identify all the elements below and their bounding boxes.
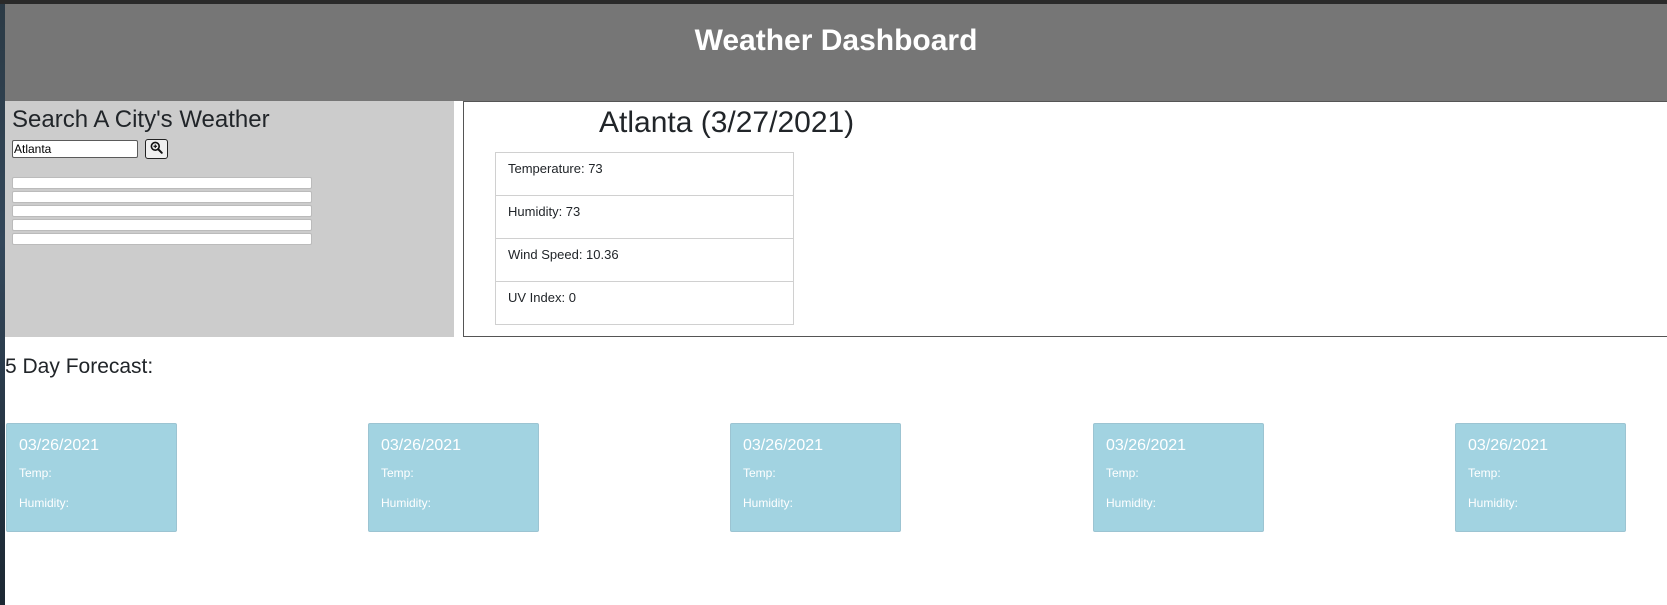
page-title: Weather Dashboard	[694, 24, 978, 57]
forecast-card: 03/26/2021 Temp: Humidity:	[1455, 423, 1626, 532]
search-button[interactable]	[145, 139, 168, 159]
forecast-humidity: Humidity:	[19, 496, 70, 510]
wind-speed-stat: Wind Speed: 10.36	[496, 239, 793, 282]
history-item[interactable]	[12, 177, 312, 189]
history-item[interactable]	[12, 233, 312, 245]
forecast-temp: Temp:	[1468, 466, 1501, 480]
current-stats-list: Temperature: 73 Humidity: 73 Wind Speed:…	[495, 152, 794, 325]
forecast-humidity: Humidity:	[381, 496, 432, 510]
weather-dashboard-page: Weather Dashboard Search A City's Weathe…	[5, 4, 1667, 605]
current-city-title: Atlanta (3/27/2021)	[599, 106, 855, 139]
forecast-temp: Temp:	[743, 466, 776, 480]
search-panel: Search A City's Weather	[5, 101, 454, 337]
search-history-list	[12, 177, 312, 247]
forecast-temp: Temp:	[381, 466, 414, 480]
forecast-card: 03/26/2021 Temp: Humidity:	[6, 423, 177, 532]
forecast-date: 03/26/2021	[1468, 437, 1549, 454]
forecast-date: 03/26/2021	[1106, 437, 1187, 454]
history-item[interactable]	[12, 191, 312, 203]
search-title: Search A City's Weather	[12, 106, 270, 133]
current-weather-panel: Atlanta (3/27/2021) Temperature: 73 Humi…	[463, 101, 1667, 337]
city-search-input[interactable]	[12, 140, 138, 158]
forecast-card: 03/26/2021 Temp: Humidity:	[1093, 423, 1264, 532]
forecast-heading: 5 Day Forecast:	[5, 355, 154, 378]
humidity-stat: Humidity: 73	[496, 196, 793, 239]
history-item[interactable]	[12, 219, 312, 231]
forecast-humidity: Humidity:	[743, 496, 794, 510]
forecast-temp: Temp:	[1106, 466, 1139, 480]
forecast-humidity: Humidity:	[1468, 496, 1519, 510]
forecast-date: 03/26/2021	[19, 437, 100, 454]
uv-index-stat: UV Index: 0	[508, 290, 576, 305]
forecast-date: 03/26/2021	[381, 437, 462, 454]
forecast-humidity: Humidity:	[1106, 496, 1157, 510]
history-item[interactable]	[12, 205, 312, 217]
forecast-card: 03/26/2021 Temp: Humidity:	[730, 423, 901, 532]
forecast-card: 03/26/2021 Temp: Humidity:	[368, 423, 539, 532]
forecast-temp: Temp:	[19, 466, 52, 480]
temperature-stat: Temperature: 73	[496, 153, 793, 196]
page-header: Weather Dashboard	[5, 4, 1667, 101]
magnifier-icon	[150, 141, 163, 157]
forecast-date: 03/26/2021	[743, 437, 824, 454]
